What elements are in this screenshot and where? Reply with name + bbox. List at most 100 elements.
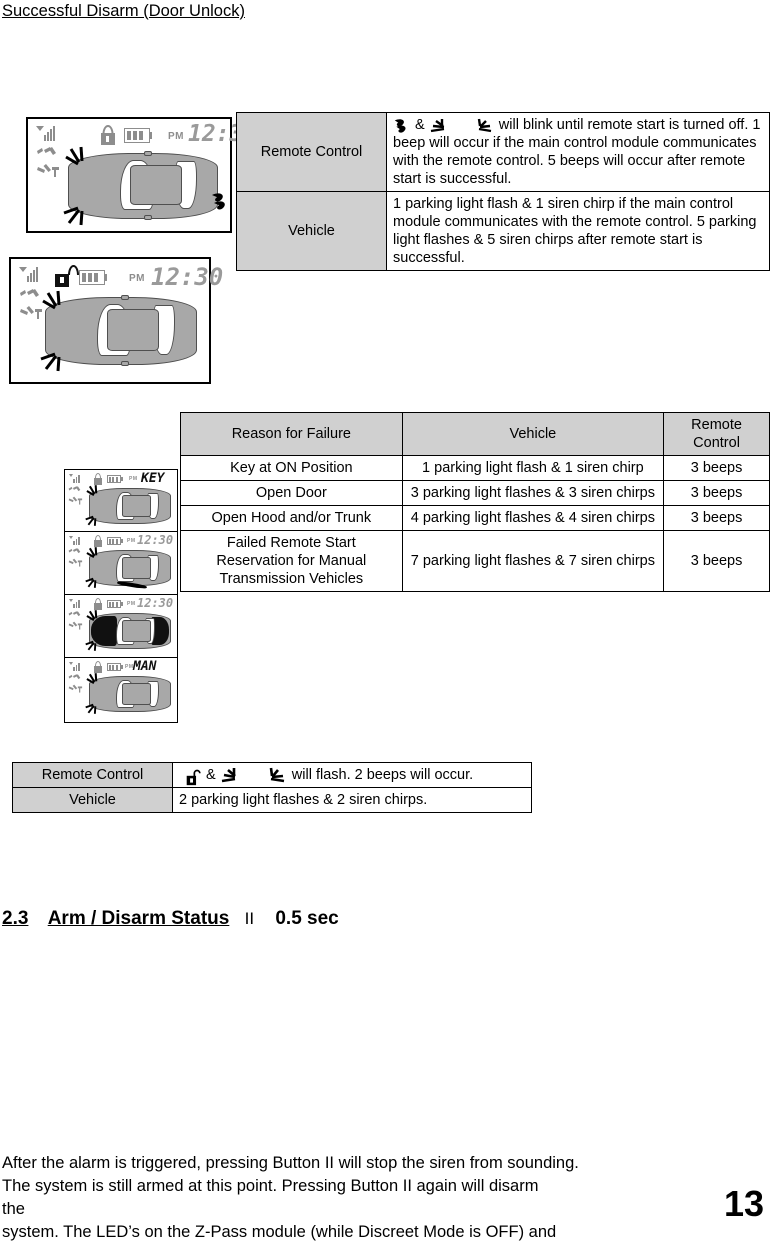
remote-control-flash-cell: & will flash. 2 beeps will occur.: [172, 761, 532, 789]
signal-strength-icon: [69, 662, 80, 671]
vehicle-flash-cell: 2 parking light flashes & 2 siren chirps…: [172, 787, 532, 814]
lcd-status-text: KEY: [141, 471, 165, 486]
lcd-thumb-open-hood-trunk: PM 12:30: [65, 595, 177, 658]
car-top-view: [89, 488, 171, 524]
lcd-locked-remote-start: PM 12:30: [26, 117, 257, 233]
table-row: Open Door 3 parking light flashes & 3 si…: [180, 480, 770, 506]
lock-open-icon: [55, 265, 79, 287]
column-header-remote-control: Remote Control: [663, 412, 770, 456]
battery-icon: [79, 270, 107, 285]
cell-vehicle: 1 parking light flash & 1 siren chirp: [401, 455, 665, 481]
flash-left-icon: [429, 118, 453, 135]
cell-vehicle: 3 parking light flashes & 3 siren chirps: [401, 480, 665, 506]
table-row: Failed Remote Start Reservation for Manu…: [180, 530, 770, 592]
page-number: 13: [723, 1183, 764, 1224]
failure-reason-table: Reason for Failure Vehicle Remote Contro…: [180, 412, 770, 592]
car-top-view: [45, 295, 197, 366]
lcd-thumb-open-door: PM 12:30: [65, 532, 177, 595]
car-top-view: [68, 151, 218, 220]
lcd-thumb-key-on: PM KEY: [65, 470, 177, 532]
car-top-view: [89, 613, 171, 649]
flash-rays-front-icon: [35, 289, 65, 313]
exhaust-icon: [393, 118, 411, 134]
flash-rays-rear-icon: [81, 514, 99, 533]
lcd-meridiem-label: PM: [127, 538, 136, 544]
car-top-view: [89, 676, 171, 712]
section-title: Arm / Disarm Status: [47, 908, 230, 929]
cell-reason: Key at ON Position: [180, 455, 403, 481]
row-label-remote-control: Remote Control: [236, 112, 387, 192]
table-row: Vehicle 2 parking light flashes & 2 sire…: [12, 787, 532, 814]
ampersand-separator: &: [206, 767, 216, 783]
battery-icon: [107, 600, 123, 608]
lcd-meridiem-label: PM: [129, 273, 145, 284]
lcd-clock: 12:30: [151, 263, 224, 291]
lcd-clock: 12:30: [137, 596, 174, 610]
column-header-reason: Reason for Failure: [180, 412, 403, 456]
flash-rays-front-icon: [82, 609, 100, 628]
lcd-meridiem-label: PM: [127, 601, 136, 607]
footer-line-1: After the alarm is triggered, pressing B…: [2, 1154, 579, 1172]
lock-closed-icon: [93, 598, 102, 610]
battery-icon: [107, 537, 123, 545]
table-row: Vehicle 1 parking light flash & 1 siren …: [236, 191, 770, 271]
flash-right-icon: [471, 118, 495, 135]
section-duration: 0.5 sec: [275, 908, 339, 929]
section-number: 2.3: [2, 908, 29, 929]
cell-remote: 3 beeps: [663, 505, 770, 531]
flash-right-icon: [264, 767, 288, 785]
footer-paragraph: After the alarm is triggered, pressing B…: [2, 1152, 742, 1244]
lcd-thumbnail-stack: PM KEY PM 12:30 PM 12:30 PM MAN: [64, 469, 178, 723]
footer-line-2: The system is still armed at this point.…: [2, 1177, 539, 1195]
remote-start-status-table: Remote Control & will blink until remote…: [236, 112, 770, 271]
button-separator-label: II: [244, 909, 255, 928]
flash-rays-front-icon: [82, 484, 100, 503]
cell-reason: Failed Remote Start Reservation for Manu…: [180, 530, 403, 592]
battery-icon: [124, 128, 152, 143]
lcd-status-text: MAN: [133, 659, 157, 674]
flash-rays-rear-icon: [81, 702, 99, 721]
cell-remote: 3 beeps: [663, 480, 770, 506]
flash-left-icon: [220, 767, 244, 785]
flash-rays-rear-icon: [81, 639, 99, 658]
row-label-vehicle: Vehicle: [12, 787, 173, 814]
footer-line-3: the: [2, 1200, 25, 1218]
flash-rays-front-icon: [82, 546, 100, 565]
cell-remote: 3 beeps: [663, 455, 770, 481]
cell-reason: Open Hood and/or Trunk: [180, 505, 403, 531]
lock-closed-icon: [93, 473, 102, 485]
cell-vehicle: 4 parking light flashes & 4 siren chirps: [401, 505, 665, 531]
cell-vehicle: 7 parking light flashes & 7 siren chirps: [401, 530, 665, 592]
lcd-thumb-manual-transmission: PM MAN: [65, 658, 177, 721]
signal-strength-icon: [36, 126, 55, 141]
table-row: Remote Control &: [12, 761, 532, 789]
page-title: Successful Disarm (Door Unlock): [2, 2, 245, 20]
flash-rays-rear-icon: [81, 576, 99, 595]
cell-remote: 3 beeps: [663, 530, 770, 592]
car-top-view: [89, 550, 171, 590]
remote-control-flash-text: will flash. 2 beeps will occur.: [291, 767, 474, 783]
signal-strength-icon: [69, 474, 80, 483]
unlock-icon: [185, 769, 202, 786]
lock-closed-icon: [100, 125, 116, 145]
lcd-meridiem-label: PM: [129, 476, 138, 482]
battery-icon: [107, 663, 123, 671]
remote-control-description-cell: & will blink until remote start is turne…: [386, 112, 770, 192]
flash-rays-rear-icon: [56, 203, 88, 229]
table-row: Remote Control &: [236, 112, 770, 192]
table-header-row: Reason for Failure Vehicle Remote Contro…: [180, 412, 770, 456]
battery-icon: [107, 475, 123, 483]
signal-strength-icon: [69, 599, 80, 608]
lcd-unlocked-disarm: PM 12:30: [9, 257, 223, 384]
lcd-clock: 12:30: [137, 533, 174, 547]
flash-rays-rear-icon: [33, 349, 65, 375]
row-label-vehicle: Vehicle: [236, 191, 387, 271]
ampersand-separator: &: [415, 117, 425, 133]
signal-strength-icon: [69, 536, 80, 545]
lcd-meridiem-label: PM: [168, 131, 184, 142]
flash-rays-front-icon: [58, 145, 88, 169]
signal-strength-icon: [19, 267, 38, 282]
section-heading: 2.3 Arm / Disarm Status II 0.5 sec: [2, 907, 339, 931]
cell-reason: Open Door: [180, 480, 403, 506]
table-row: Open Hood and/or Trunk 4 parking light f…: [180, 505, 770, 531]
